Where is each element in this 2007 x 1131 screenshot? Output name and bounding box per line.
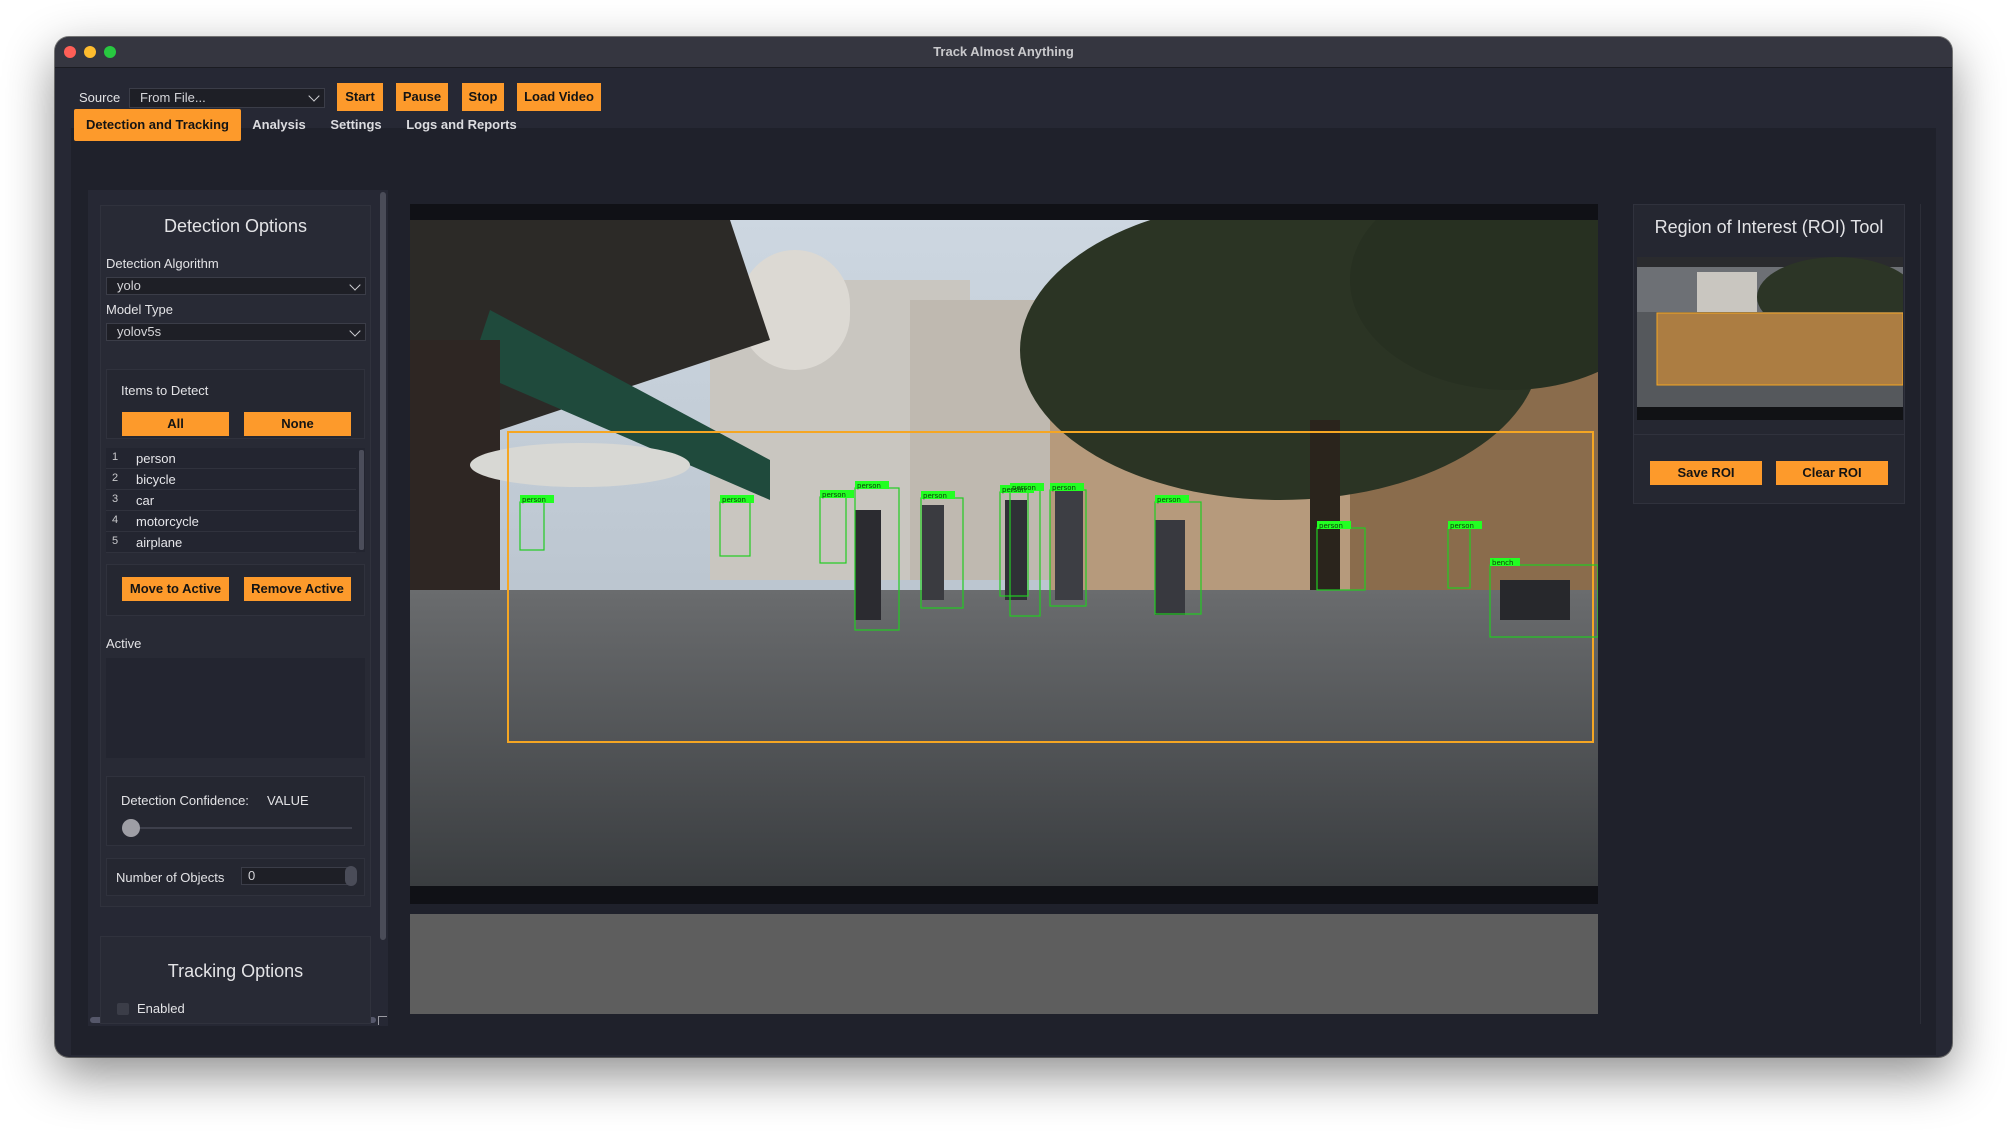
spinner-arrows-icon[interactable] [345,866,357,886]
remove-active-button[interactable]: Remove Active [244,577,351,601]
video-frame: person person person person person perso… [410,220,1598,886]
detection-label: person [1052,484,1076,492]
detection-options-panel: Detection Options Detection Algorithm yo… [100,205,371,907]
detection-label: person [857,482,881,490]
pause-button[interactable]: Pause [396,83,448,111]
list-item[interactable]: 2 bicycle [106,469,356,490]
confidence-group: Detection Confidence: VALUE [106,776,365,846]
items-list: 1 person 2 bicycle 3 car 4 motorcycle 5 airpl… [106,448,365,553]
title-bar: Track Almost Anything [55,37,1952,68]
confidence-value: VALUE [267,793,309,808]
model-type-value: yolov5s [117,324,162,339]
select-all-button[interactable]: All [122,412,229,436]
tab-detection-and-tracking[interactable]: Detection and Tracking [74,109,241,141]
chevron-down-icon [349,279,361,291]
items-to-detect-label: Items to Detect [121,383,209,398]
num-objects-input[interactable]: 0 [241,867,351,885]
detection-label: person [1319,522,1343,530]
active-actions-group: Move to Active Remove Active [106,564,365,616]
move-to-active-button[interactable]: Move to Active [122,577,229,601]
start-button[interactable]: Start [337,83,383,111]
load-video-button[interactable]: Load Video [517,83,601,111]
model-type-select[interactable]: yolov5s [106,323,366,341]
detection-label: person [1012,484,1036,492]
window-title: Track Almost Anything [933,44,1074,59]
active-list[interactable] [106,658,365,758]
list-item[interactable]: 5 airplane [106,532,356,553]
output-panel [410,914,1598,1014]
source-select[interactable]: From File... [129,88,325,108]
detection-label: person [522,496,546,504]
vertical-scrollbar[interactable] [380,192,386,940]
enabled-checkbox[interactable] [117,1003,129,1015]
list-item[interactable]: 3 car [106,490,356,511]
model-type-label: Model Type [106,302,173,317]
source-label: Source [79,90,121,105]
detection-options-title: Detection Options [163,216,308,236]
detection-label: person [923,492,947,500]
num-objects-label: Number of Objects [116,870,225,885]
confidence-slider-handle[interactable] [122,819,140,837]
resize-grip-icon[interactable] [378,1016,387,1025]
detection-label: bench [1492,559,1513,567]
detection-algorithm-select[interactable]: yolo [106,277,366,295]
chevron-down-icon [308,90,320,102]
detection-label: person [1157,496,1181,504]
list-item[interactable]: 4 motorcycle [106,511,356,532]
num-objects-group: Number of Objects 0 [106,858,365,896]
roi-title: Region of Interest (ROI) Tool [1654,217,1884,237]
tab-settings[interactable]: Settings [322,109,390,141]
video-display: person person person person person perso… [410,204,1598,904]
clear-roi-button[interactable]: Clear ROI [1776,461,1888,485]
chevron-down-icon [349,325,361,337]
tab-logs-and-reports[interactable]: Logs and Reports [399,109,524,141]
confidence-label: Detection Confidence: [121,793,249,808]
roi-panel: Region of Interest (ROI) Tool Save ROI C… [1618,204,1921,1024]
active-label: Active [106,636,142,651]
confidence-slider-track[interactable] [122,827,352,829]
tracking-options-panel: Tracking Options Enabled [100,936,371,1024]
stop-button[interactable]: Stop [462,83,504,111]
enabled-label: Enabled [137,1001,185,1016]
detection-label: person [722,496,746,504]
roi-preview-image [1637,257,1903,420]
detection-label: person [1450,522,1474,530]
tracking-options-title: Tracking Options [167,961,304,981]
roi-tool-box: Region of Interest (ROI) Tool Save ROI C… [1633,204,1905,504]
save-roi-button[interactable]: Save ROI [1650,461,1762,485]
roi-preview[interactable] [1637,257,1903,420]
detection-algorithm-value: yolo [117,278,141,293]
source-select-value: From File... [140,90,206,105]
detection-label: person [822,491,846,499]
list-scrollbar[interactable] [359,450,364,550]
tab-analysis[interactable]: Analysis [245,109,313,141]
detection-algorithm-label: Detection Algorithm [106,256,219,271]
items-to-detect-group: Items to Detect All None [106,369,365,439]
video-frame-image: person person person person person perso… [410,220,1598,886]
list-item[interactable]: 1 person [106,448,356,469]
select-none-button[interactable]: None [244,412,351,436]
